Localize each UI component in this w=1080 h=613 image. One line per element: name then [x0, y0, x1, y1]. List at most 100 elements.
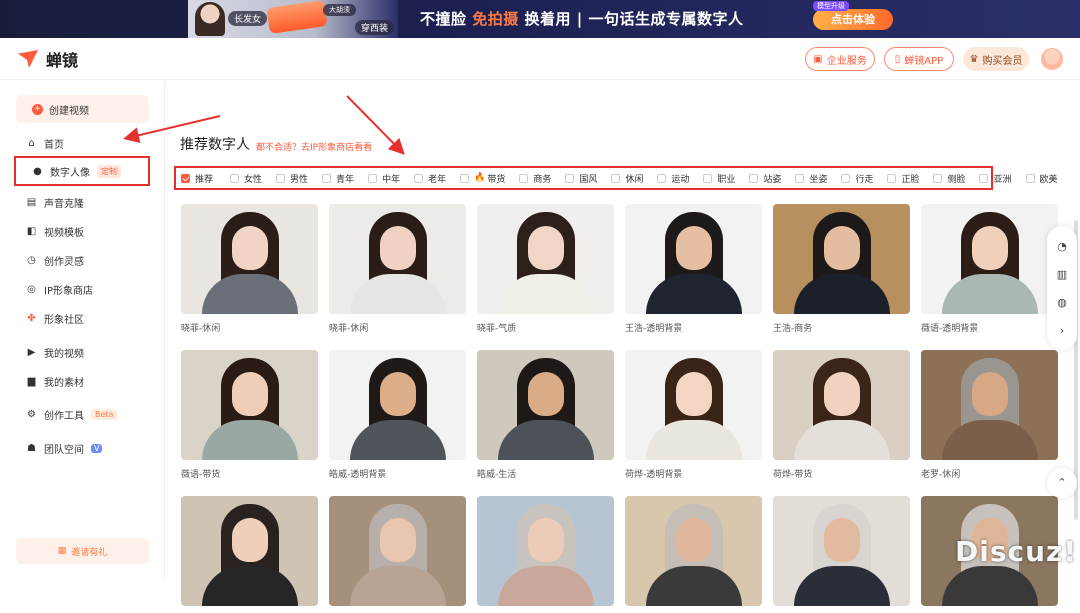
- avatar-card[interactable]: 老罗-休闲: [921, 350, 1058, 480]
- filter-checkbox[interactable]: 亚洲: [979, 172, 1012, 185]
- banner-tag-long-hair: 长发女: [228, 11, 268, 26]
- avatar-thumbnail[interactable]: [921, 204, 1058, 314]
- logo[interactable]: 蝉镜: [16, 47, 78, 71]
- checkbox-icon[interactable]: [979, 173, 989, 183]
- book-icon[interactable]: ▥: [1057, 268, 1067, 281]
- avatar-card[interactable]: 皓威-透明背景: [329, 350, 466, 480]
- avatar-thumbnail[interactable]: [625, 204, 762, 314]
- filter-checkbox[interactable]: 正脸: [887, 172, 919, 185]
- filter-checkbox[interactable]: 职业: [703, 172, 735, 185]
- checkbox-icon[interactable]: [1025, 173, 1035, 183]
- avatar-card[interactable]: 王浩-透明背景: [625, 204, 762, 334]
- avatar-thumbnail[interactable]: [329, 350, 466, 460]
- filter-checkbox[interactable]: 欧美: [1025, 172, 1058, 185]
- avatar-thumbnail[interactable]: [773, 350, 910, 460]
- user-avatar[interactable]: [1041, 48, 1063, 70]
- enterprise-service-button[interactable]: ▣ 企业服务: [805, 47, 875, 71]
- sidebar-item-ip-store[interactable]: ◎ IP形象商店: [26, 279, 93, 299]
- chevron-right-icon[interactable]: ›: [1060, 324, 1064, 337]
- promo-banner[interactable]: 长发女 大胡须 穿西装 不撞脸 免拍摄 换着用 | 一句话生成专属数字人 点击体…: [0, 0, 1080, 38]
- checkbox-icon[interactable]: [565, 173, 575, 183]
- checkbox-icon[interactable]: [933, 173, 943, 183]
- avatar-thumbnail[interactable]: [477, 204, 614, 314]
- avatar-thumbnail[interactable]: [477, 496, 614, 606]
- avatar-thumbnail[interactable]: [181, 350, 318, 460]
- avatar-card[interactable]: [329, 496, 466, 613]
- sidebar-item-inspiration[interactable]: ◷ 创作灵感: [26, 250, 84, 270]
- avatar-thumbnail[interactable]: [625, 350, 762, 460]
- checkbox-icon[interactable]: [795, 173, 805, 183]
- avatar-card[interactable]: 晓菲-休闲: [181, 204, 318, 334]
- avatar-thumbnail[interactable]: [921, 350, 1058, 460]
- filter-checkbox[interactable]: 侧脸: [933, 172, 965, 185]
- avatar-thumbnail[interactable]: [773, 496, 910, 606]
- avatar-card[interactable]: 晓菲-休闲: [329, 204, 466, 334]
- invite-button[interactable]: ▦ 邀请有礼: [16, 538, 149, 564]
- sidebar-item-my-assets[interactable]: ▆ 我的素材: [26, 371, 84, 391]
- avatar-thumbnail[interactable]: [773, 204, 910, 314]
- avatar-card[interactable]: 薇语-透明背景: [921, 204, 1058, 334]
- avatar-thumbnail[interactable]: [625, 496, 762, 606]
- avatar-card[interactable]: [477, 496, 614, 613]
- filter-checkbox[interactable]: 运动: [657, 172, 689, 185]
- avatar-card[interactable]: [773, 496, 910, 613]
- wechat-icon[interactable]: ◍: [1057, 296, 1067, 309]
- sidebar-item-my-videos[interactable]: ▶ 我的视频: [26, 342, 84, 362]
- avatar-card[interactable]: 荷烨-带货: [773, 350, 910, 480]
- checkbox-icon[interactable]: [887, 173, 897, 183]
- avatar-card[interactable]: [625, 496, 762, 613]
- sidebar-item-home[interactable]: ⌂ 首页: [26, 133, 64, 153]
- avatar-thumbnail[interactable]: [181, 204, 318, 314]
- folder-icon: ▆: [27, 375, 36, 387]
- avatar-card[interactable]: 薇语-带货: [181, 350, 318, 480]
- checkbox-icon[interactable]: [322, 173, 332, 183]
- filter-checkbox[interactable]: 推荐: [181, 172, 213, 185]
- sidebar-item-community[interactable]: ✤ 形象社区: [26, 308, 84, 328]
- filter-checkbox[interactable]: 中年: [368, 172, 400, 185]
- banner-cta-button[interactable]: 点击体验: [813, 9, 893, 30]
- sidebar-item-creative-tools[interactable]: ⚙ 创作工具 Beta: [26, 404, 118, 424]
- filter-checkbox[interactable]: 商务: [519, 172, 551, 185]
- filter-checkbox[interactable]: 🔥 带货: [460, 172, 505, 185]
- sidebar-item-voice-clone[interactable]: ▤ 声音克隆: [26, 192, 84, 212]
- filter-checkbox[interactable]: 男性: [276, 172, 308, 185]
- avatar-card[interactable]: [181, 496, 318, 613]
- avatar-card[interactable]: 王浩-商务: [773, 204, 910, 334]
- ip-store-link[interactable]: 都不合适？去IP形象商店看看: [256, 140, 372, 153]
- filter-checkbox[interactable]: 国风: [565, 172, 597, 185]
- avatar-card[interactable]: 晓菲-气质: [477, 204, 614, 334]
- buy-vip-button[interactable]: ♛ 购买会员: [963, 47, 1029, 71]
- checkbox-icon[interactable]: [368, 173, 378, 183]
- checkbox-icon[interactable]: [519, 173, 529, 183]
- checkbox-icon[interactable]: [276, 173, 286, 183]
- filter-checkbox[interactable]: 行走: [841, 172, 873, 185]
- checkbox-icon[interactable]: [611, 173, 621, 183]
- sidebar-item-video-template[interactable]: ◧ 视频模板: [26, 221, 84, 241]
- filter-checkbox[interactable]: 休闲: [611, 172, 643, 185]
- checkbox-icon[interactable]: [703, 173, 713, 183]
- filter-checkbox[interactable]: 女性: [230, 172, 262, 185]
- avatar-card[interactable]: 荷烨-透明背景: [625, 350, 762, 480]
- back-to-top-button[interactable]: ⌃: [1047, 468, 1077, 498]
- filter-checkbox[interactable]: 青年: [322, 172, 354, 185]
- checkbox-icon[interactable]: [749, 173, 759, 183]
- filter-checkbox[interactable]: 站姿: [749, 172, 781, 185]
- checkbox-icon[interactable]: [181, 173, 190, 183]
- avatar-thumbnail[interactable]: [329, 496, 466, 606]
- sidebar-item-digital-avatar[interactable]: ● 数字人像 定制: [14, 156, 150, 186]
- checkbox-icon[interactable]: [460, 173, 470, 183]
- filter-checkbox[interactable]: 坐姿: [795, 172, 827, 185]
- check-circle-icon[interactable]: ◔: [1057, 240, 1067, 253]
- avatar-card[interactable]: 皓威-生活: [477, 350, 614, 480]
- avatar-thumbnail[interactable]: [181, 496, 318, 606]
- checkbox-icon[interactable]: [657, 173, 667, 183]
- filter-checkbox[interactable]: 老年: [414, 172, 446, 185]
- create-video-button[interactable]: + 创建视频: [16, 95, 149, 123]
- checkbox-icon[interactable]: [841, 173, 851, 183]
- checkbox-icon[interactable]: [230, 173, 240, 183]
- sidebar-item-team-space[interactable]: ☗ 团队空间 V: [26, 438, 103, 458]
- app-download-button[interactable]: ▯ 蝉镜APP: [884, 47, 954, 71]
- avatar-thumbnail[interactable]: [329, 204, 466, 314]
- avatar-thumbnail[interactable]: [477, 350, 614, 460]
- checkbox-icon[interactable]: [414, 173, 424, 183]
